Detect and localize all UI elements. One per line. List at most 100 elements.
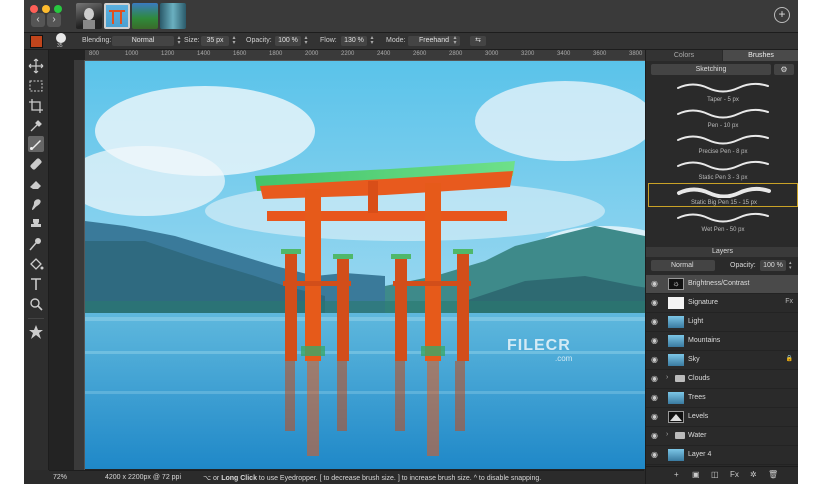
- layer-name: Light: [688, 318, 704, 325]
- brush-preset-label: Precise Pen - 8 px: [698, 149, 748, 155]
- zoom-window-button[interactable]: [54, 5, 62, 13]
- layer-row[interactable]: ◉ › Water: [646, 427, 798, 446]
- crop-tool-icon[interactable]: [28, 98, 44, 114]
- zoom-level[interactable]: 72%: [53, 474, 67, 481]
- opacity-field[interactable]: 100 %: [275, 36, 301, 46]
- healing-tool-icon[interactable]: [28, 156, 44, 172]
- visibility-eye-icon[interactable]: ◉: [651, 413, 660, 421]
- symmetry-toggle-icon[interactable]: ⇆: [470, 36, 486, 46]
- layer-row[interactable]: ◉ ☼ Brightness/Contrast: [646, 275, 798, 294]
- visibility-eye-icon[interactable]: ◉: [651, 280, 660, 288]
- brush-preset-item[interactable]: Wet Pen - 50 px: [648, 209, 798, 233]
- smudge-tool-icon[interactable]: [28, 196, 44, 212]
- layer-opacity-field[interactable]: 100 %: [760, 260, 786, 271]
- tab-brushes[interactable]: Brushes: [723, 50, 798, 61]
- layer-mask-icon[interactable]: ◫: [711, 470, 719, 479]
- text-tool-icon[interactable]: [28, 276, 44, 292]
- minimize-window-button[interactable]: [42, 5, 50, 13]
- layer-opacity-stepper-icon[interactable]: ▴ ▾: [789, 261, 792, 271]
- brush-stroke-icon: [677, 108, 769, 119]
- visibility-eye-icon[interactable]: ◉: [651, 375, 660, 383]
- size-field[interactable]: 35 px: [201, 36, 229, 46]
- layer-row[interactable]: ◉ Light: [646, 313, 798, 332]
- layer-row[interactable]: ◉ Trees: [646, 389, 798, 408]
- selection-tool-icon[interactable]: [28, 78, 44, 94]
- back-button[interactable]: ‹: [31, 13, 45, 27]
- brush-preset-item[interactable]: Static Big Pen 15 - 15 px: [648, 183, 798, 207]
- zoom-tool-icon[interactable]: [28, 296, 44, 312]
- horizontal-ruler: 800 1000 1200 1400 1600 1800 2000 2200 2400 2600 2…: [85, 50, 678, 61]
- fill-tool-icon[interactable]: [28, 256, 44, 272]
- brush-preset-item[interactable]: Precise Pen - 8 px: [648, 131, 798, 155]
- flow-stepper-icon[interactable]: ▴ ▾: [369, 35, 375, 46]
- lock-icon[interactable]: 🔒: [786, 355, 793, 362]
- visibility-eye-icon[interactable]: ◉: [651, 299, 660, 307]
- brush-settings-gear-icon[interactable]: ⚙: [774, 64, 794, 75]
- ruler-tick-label: 1800: [269, 51, 283, 57]
- mode-stepper-icon[interactable]: ▴ ▾: [452, 35, 458, 46]
- foreground-color-swatch[interactable]: [30, 35, 43, 48]
- layers-header: Layers: [646, 247, 798, 257]
- layer-effects-icon[interactable]: Fx: [730, 470, 739, 479]
- canvas-area: 800 1000 1200 1400 1600 1800 2000 2200 2400 2600 2…: [49, 50, 678, 470]
- canvas-painting[interactable]: FILECR .com: [85, 61, 668, 469]
- mode-label: Mode:: [386, 37, 406, 44]
- expand-chevron-icon[interactable]: ›: [666, 374, 668, 381]
- layer-row[interactable]: ◉ › Clouds: [646, 370, 798, 389]
- tools-panel: [24, 50, 49, 470]
- blending-label: Blending:: [82, 37, 112, 44]
- adjustment-layer-icon[interactable]: ✲: [750, 470, 757, 479]
- vertical-ruler: [74, 60, 85, 470]
- layer-name: Layer 4: [688, 451, 712, 458]
- brush-preset-label: Wet Pen - 50 px: [701, 227, 745, 233]
- visibility-eye-icon[interactable]: ◉: [651, 337, 660, 345]
- brush-category-select[interactable]: Sketching: [651, 64, 771, 75]
- blending-stepper-icon[interactable]: ▴ ▾: [176, 35, 182, 46]
- visibility-eye-icon[interactable]: ◉: [651, 356, 660, 364]
- forward-button[interactable]: ›: [47, 13, 61, 27]
- brush-preset-item[interactable]: Static Pen 3 - 3 px: [648, 157, 798, 181]
- opacity-label: Opacity:: [246, 37, 272, 44]
- ruler-tick-label: 2800: [449, 51, 463, 57]
- brush-stroke-icon: [677, 186, 771, 199]
- tab-colors[interactable]: Colors: [646, 50, 722, 61]
- expand-chevron-icon[interactable]: ›: [666, 431, 668, 438]
- star-shape-tool-icon[interactable]: [28, 324, 44, 340]
- delete-layer-icon[interactable]: 🗑: [768, 470, 778, 479]
- torii-gate-painting: [85, 61, 668, 469]
- visibility-eye-icon[interactable]: ◉: [651, 451, 660, 459]
- flow-field[interactable]: 130 %: [341, 36, 367, 46]
- brush-preview-icon[interactable]: [56, 33, 66, 43]
- layer-row[interactable]: ◉ Mountains: [646, 332, 798, 351]
- move-tool-icon[interactable]: [28, 58, 44, 74]
- visibility-eye-icon[interactable]: ◉: [651, 394, 660, 402]
- brush-tool-icon[interactable]: [28, 136, 44, 152]
- visibility-eye-icon[interactable]: ◉: [651, 318, 660, 326]
- layer-row[interactable]: ◉ Layer 4: [646, 446, 798, 465]
- new-document-button[interactable]: +: [774, 7, 790, 23]
- size-stepper-icon[interactable]: ▴ ▾: [231, 35, 237, 46]
- layer-row[interactable]: ◉ Signature Fx: [646, 294, 798, 313]
- close-window-button[interactable]: [30, 5, 38, 13]
- clone-stamp-tool-icon[interactable]: [28, 216, 44, 232]
- brush-preset-item[interactable]: Pen - 10 px: [648, 105, 798, 129]
- layer-row[interactable]: ◉ Levels: [646, 408, 798, 427]
- brush-preset-item[interactable]: Taper - 5 px: [648, 79, 798, 103]
- layer-row[interactable]: ◉ Sky 🔒: [646, 351, 798, 370]
- layer-blend-select[interactable]: Normal: [651, 260, 715, 271]
- document-tab-2[interactable]: [104, 3, 130, 29]
- title-bar: ‹ › +: [24, 0, 798, 33]
- eraser-tool-icon[interactable]: [28, 176, 44, 192]
- add-layer-icon[interactable]: +: [674, 470, 679, 479]
- document-tab-1[interactable]: [76, 3, 102, 29]
- document-tab-4[interactable]: [160, 3, 186, 29]
- ruler-tick-label: 2000: [305, 51, 319, 57]
- opacity-stepper-icon[interactable]: ▴ ▾: [303, 35, 309, 46]
- document-tab-3[interactable]: [132, 3, 158, 29]
- dodge-tool-icon[interactable]: [28, 236, 44, 252]
- new-group-icon[interactable]: ▣: [692, 470, 700, 479]
- blending-select[interactable]: Normal: [112, 36, 174, 46]
- visibility-eye-icon[interactable]: ◉: [651, 432, 660, 440]
- eyedropper-tool-icon[interactable]: [28, 118, 44, 134]
- layer-effects-badge[interactable]: Fx: [785, 298, 793, 305]
